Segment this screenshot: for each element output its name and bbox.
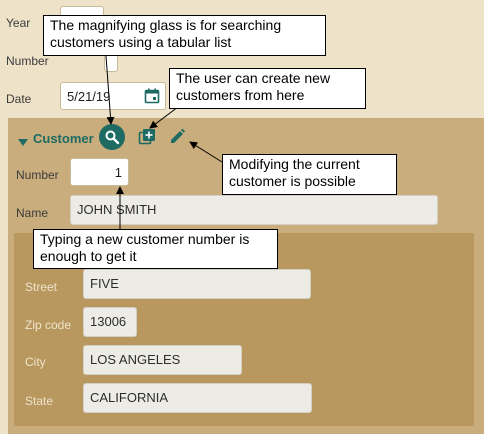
add-icon[interactable]	[138, 128, 156, 146]
typing-callout: Typing a new customer number is enough t…	[33, 229, 278, 269]
state-field[interactable]: CALIFORNIA	[83, 383, 312, 413]
zip-code-field[interactable]: 13006	[83, 307, 137, 337]
customer-section-title[interactable]: Customer	[33, 131, 94, 146]
pencil-icon[interactable]	[168, 128, 186, 146]
search-icon[interactable]	[99, 124, 125, 150]
triangle-down-icon[interactable]	[18, 134, 28, 152]
customer-number-label: Number	[16, 168, 59, 182]
create-callout: The user can create new customers from h…	[169, 68, 366, 109]
date-value: 5/21/19	[67, 89, 111, 104]
state-label: State	[25, 394, 54, 408]
search-callout: The magnifying glass is for searching cu…	[43, 15, 326, 56]
zip-code-label: Zip code	[25, 318, 72, 332]
year-label: Year	[6, 16, 31, 30]
number-label: Number	[6, 54, 49, 68]
street-field[interactable]: FIVE	[83, 269, 311, 299]
calendar-icon[interactable]	[144, 88, 160, 109]
customer-name-label: Name	[16, 206, 49, 220]
city-field[interactable]: LOS ANGELES	[83, 345, 242, 375]
modify-callout: Modifying the current customer is possib…	[222, 154, 397, 195]
customer-name-field[interactable]: JOHN SMITH	[70, 195, 438, 225]
date-label: Date	[6, 92, 32, 106]
street-label: Street	[25, 280, 58, 294]
customer-number-field[interactable]: 1	[70, 158, 129, 186]
city-label: City	[25, 355, 46, 369]
